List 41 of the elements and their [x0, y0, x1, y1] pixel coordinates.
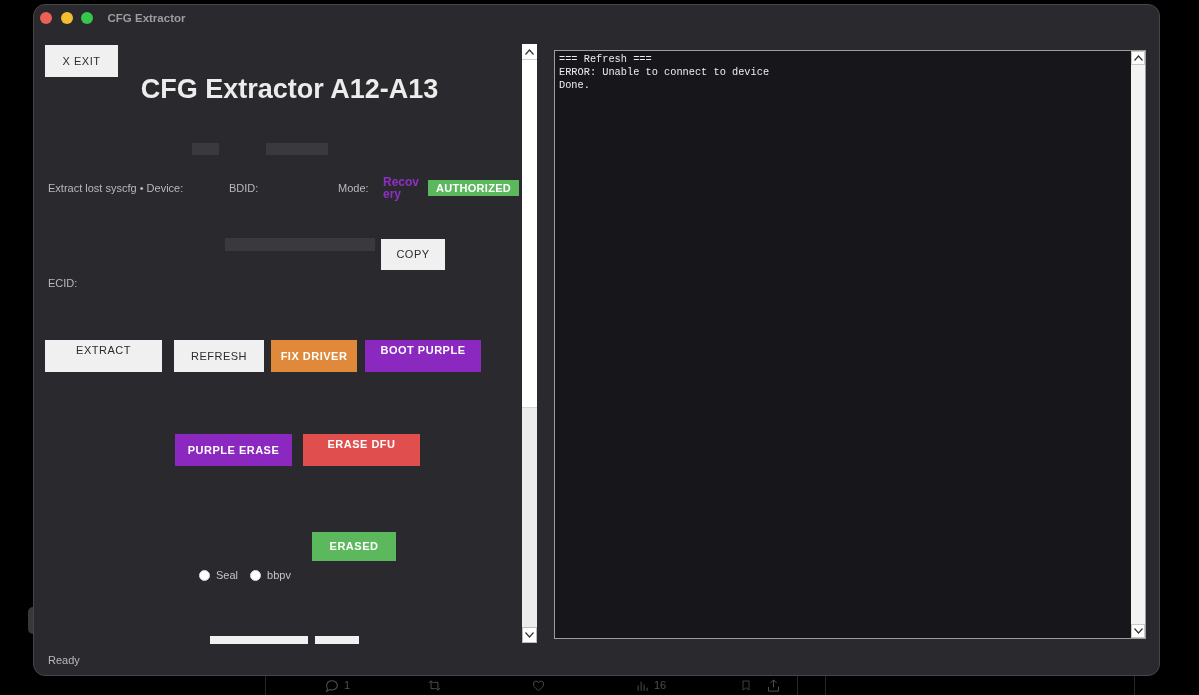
scrollbar[interactable] [522, 44, 537, 643]
log-line: ERROR: Unable to connect to device [559, 66, 771, 79]
chevron-down-icon[interactable] [1133, 628, 1143, 634]
action-button[interactable]: BOOT PURPLE [365, 340, 481, 372]
avatar-edge [28, 607, 33, 634]
scrollbar[interactable] [1131, 51, 1145, 638]
speech-bubble-icon[interactable] [324, 677, 340, 694]
mode-label: Mode: [338, 181, 370, 195]
chevron-down-icon[interactable] [525, 632, 534, 638]
close-button[interactable] [40, 12, 52, 24]
authorized-badge: AUTHORIZED [428, 180, 519, 196]
minimize-button[interactable] [60, 12, 73, 24]
scrollbar-thumb[interactable] [522, 60, 537, 408]
radio-label: bbpv [267, 569, 291, 582]
status-text: Ready [47, 654, 81, 666]
radio-circle[interactable] [250, 570, 262, 581]
exit-button[interactable]: X EXIT [45, 45, 118, 77]
reply-count: 1 [344, 679, 352, 692]
app-title: CFG Extractor A12-A13 [139, 73, 440, 105]
log-line: Done. [559, 79, 591, 92]
ecid-label: ECID: [47, 277, 79, 290]
erase-button[interactable]: ERASE DFU [303, 434, 420, 466]
share-icon[interactable] [766, 678, 781, 693]
window-title: CFG Extractor [107, 12, 186, 24]
device-label: Extract lost syscfg • Device: [48, 181, 185, 195]
chevron-up-icon[interactable] [1133, 55, 1143, 61]
action-button[interactable]: EXTRACT [45, 340, 162, 372]
repost-arrows-icon[interactable] [427, 678, 442, 693]
bdid-label: BDID: [229, 181, 260, 195]
mode-value: Recovery [383, 176, 421, 200]
zoom-button[interactable] [81, 12, 93, 24]
log-line: === Refresh === [559, 53, 653, 66]
heart-icon[interactable] [531, 678, 546, 693]
view-count: 16 [654, 679, 668, 692]
erase-button[interactable]: PURPLE ERASE [175, 434, 292, 466]
copy-button[interactable]: COPY [381, 239, 445, 270]
radio-label: Seal [216, 569, 239, 582]
bookmark-icon[interactable] [740, 678, 752, 693]
action-button[interactable]: REFRESH [174, 340, 264, 372]
chevron-up-icon[interactable] [525, 48, 534, 55]
radio-circle[interactable] [199, 570, 210, 581]
